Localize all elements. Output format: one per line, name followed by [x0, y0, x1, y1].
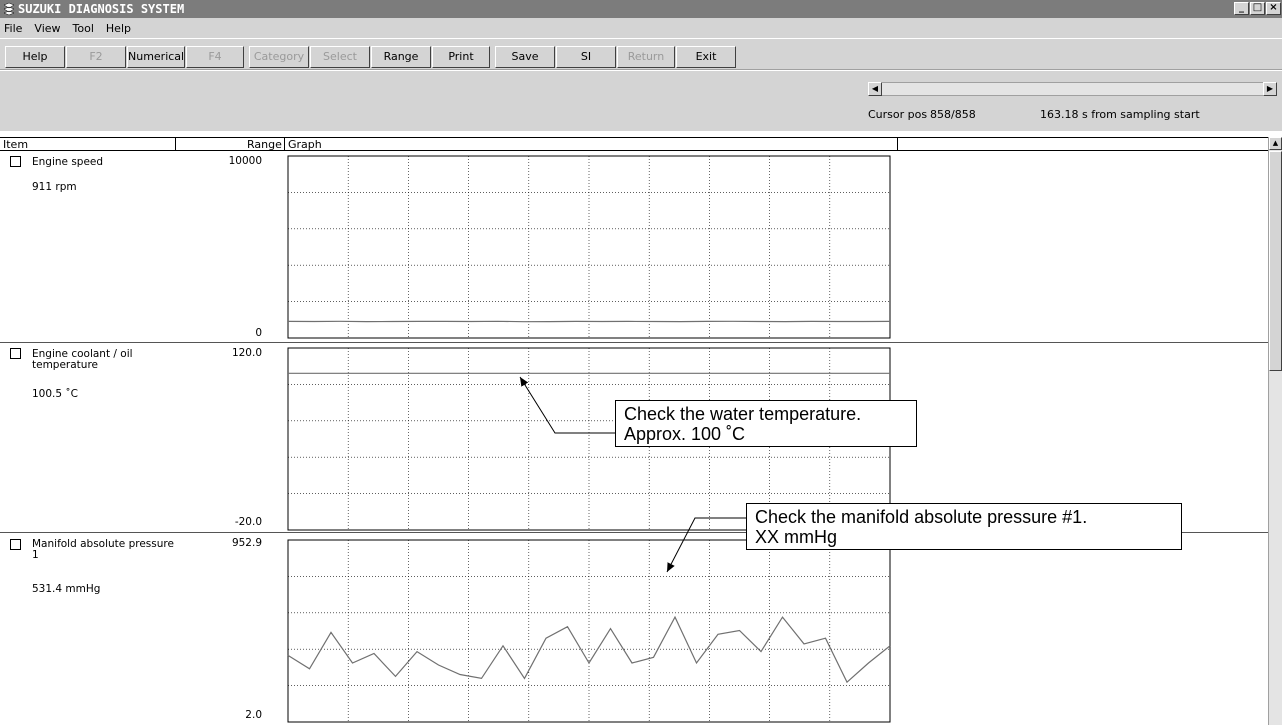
- help-button[interactable]: Help: [5, 46, 65, 68]
- menu-file[interactable]: File: [4, 22, 22, 35]
- column-header: Item Range Graph: [0, 137, 1268, 151]
- cursor-pos-value: 858/858: [930, 108, 976, 121]
- map-callout: Check the manifold absolute pressure #1.…: [746, 503, 1182, 550]
- range-max: 120.0: [231, 347, 262, 359]
- data-row-manifold-pressure: Manifold absolute pressure 1 531.4 mmHg …: [0, 533, 1268, 725]
- return-button[interactable]: Return: [617, 46, 675, 68]
- scroll-right-icon[interactable]: ▶: [1263, 82, 1277, 96]
- graph-column-header[interactable]: Graph: [288, 138, 322, 151]
- range-column-header[interactable]: Range: [247, 138, 282, 151]
- close-button[interactable]: ×: [1266, 2, 1281, 15]
- window-title: SUZUKI DIAGNOSIS SYSTEM: [18, 2, 185, 16]
- item-value: 100.5 ˚C: [32, 388, 78, 400]
- cursor-pos-label: Cursor pos: [868, 108, 928, 121]
- item-column-header[interactable]: Item: [3, 138, 28, 151]
- item-name: Engine speed: [32, 156, 104, 168]
- numerical-button[interactable]: Numerical: [127, 46, 185, 68]
- time-scrollbar[interactable]: ◀ ▶: [868, 82, 1277, 96]
- range-min: 2.0: [245, 709, 262, 721]
- callout-line: Check the manifold absolute pressure #1.: [755, 507, 1088, 527]
- callout-line: Approx. 100 ˚C: [624, 424, 746, 444]
- f2-button[interactable]: F2: [66, 46, 126, 68]
- manifold-pressure-graph: [287, 539, 891, 723]
- title-bar: SUZUKI DIAGNOSIS SYSTEM _ □ ×: [0, 0, 1282, 18]
- range-button[interactable]: Range: [371, 46, 431, 68]
- minimize-button[interactable]: _: [1234, 2, 1249, 15]
- elapsed-time: 163.18 s from sampling start: [1040, 108, 1200, 121]
- info-panel: [0, 71, 1282, 131]
- category-button[interactable]: Category: [249, 46, 309, 68]
- si-button[interactable]: SI: [556, 46, 616, 68]
- water-temp-callout: Check the water temperature. Approx. 100…: [615, 400, 917, 447]
- callout-line: XX mmHg: [755, 527, 838, 547]
- item-value: 911 rpm: [32, 181, 77, 193]
- item-name: Manifold absolute pressure 1: [32, 538, 174, 561]
- save-button[interactable]: Save: [495, 46, 555, 68]
- menu-view[interactable]: View: [34, 22, 60, 35]
- data-row-engine-speed: Engine speed 911 rpm 10000 0: [0, 151, 1268, 343]
- item-name: Engine coolant / oil temperature: [32, 348, 133, 371]
- app-logo-icon: [2, 2, 16, 16]
- row-checkbox[interactable]: [10, 156, 21, 167]
- scroll-thumb[interactable]: [1269, 151, 1282, 371]
- scroll-up-icon[interactable]: ▲: [1269, 137, 1282, 150]
- maximize-button[interactable]: □: [1250, 2, 1265, 15]
- select-button[interactable]: Select: [310, 46, 370, 68]
- range-min: 0: [255, 327, 262, 339]
- engine-speed-graph: [287, 155, 891, 339]
- range-min: -20.0: [234, 516, 262, 528]
- row-checkbox[interactable]: [10, 348, 21, 359]
- vertical-scrollbar[interactable]: ▲: [1268, 137, 1282, 725]
- scroll-left-icon[interactable]: ◀: [868, 82, 882, 96]
- f4-button[interactable]: F4: [186, 46, 244, 68]
- menu-help[interactable]: Help: [106, 22, 131, 35]
- toolbar: Help F2 Numerical F4 Category Select Ran…: [0, 38, 1282, 70]
- callout-line: Check the water temperature.: [624, 404, 862, 424]
- range-max: 952.9: [231, 537, 262, 549]
- menu-bar: File View Tool Help: [0, 18, 1282, 38]
- range-max: 10000: [228, 155, 262, 167]
- print-button[interactable]: Print: [432, 46, 490, 68]
- menu-tool[interactable]: Tool: [73, 22, 94, 35]
- item-value: 531.4 mmHg: [32, 583, 101, 595]
- row-checkbox[interactable]: [10, 539, 21, 550]
- exit-button[interactable]: Exit: [676, 46, 736, 68]
